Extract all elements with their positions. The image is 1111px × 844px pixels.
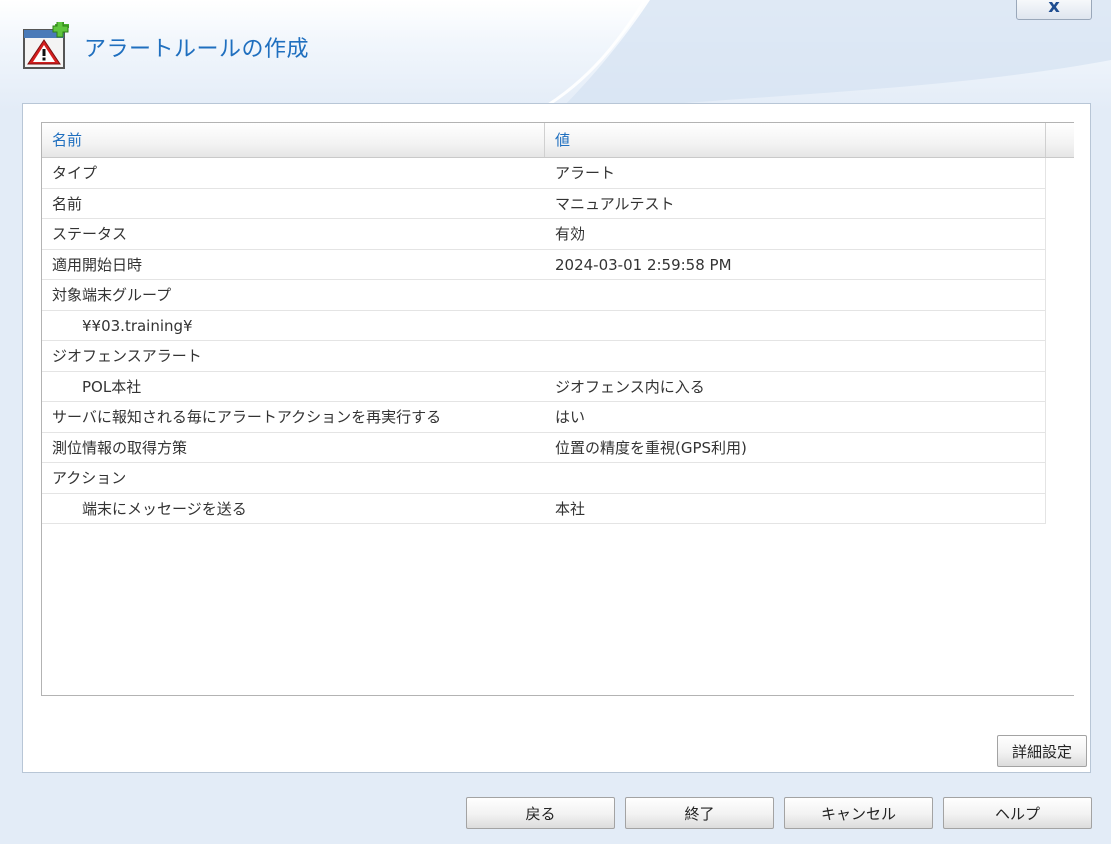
row-value-cell: 2024-03-01 2:59:58 PM: [555, 255, 732, 274]
table-row[interactable]: サーバに報知される毎にアラートアクションを再実行する はい: [42, 402, 1046, 433]
table-row[interactable]: POL本社 ジオフェンス内に入る: [42, 371, 1046, 402]
row-name-cell: ジオフェンスアラート: [52, 347, 202, 365]
row-value-cell: 本社: [555, 499, 586, 518]
row-name-cell: アクション: [52, 469, 127, 487]
column-header-name[interactable]: 名前: [42, 123, 545, 157]
row-name-cell: 名前: [52, 194, 83, 213]
table-row[interactable]: 端末にメッセージを送る 本社: [42, 493, 1046, 524]
help-button[interactable]: ヘルプ: [943, 797, 1092, 829]
close-button[interactable]: x: [1016, 0, 1092, 20]
row-name-cell: POL本社: [82, 377, 142, 396]
row-value-cell: 位置の精度を重視(GPS利用): [555, 438, 747, 457]
table-row[interactable]: 測位情報の取得方策 位置の精度を重視(GPS利用): [42, 432, 1046, 463]
table-body: タイプ アラート名前 マニュアルテストステータス 有効適用開始日時 2024-03-01…: [42, 158, 1046, 524]
row-value-cell: はい: [555, 408, 586, 426]
dialog-title: アラートルールの作成: [84, 37, 310, 62]
row-name-cell: 対象端末グループ: [52, 286, 172, 304]
alert-rule-add-icon: [23, 22, 69, 69]
finish-button[interactable]: 終了: [625, 797, 774, 829]
row-value-cell: ジオフェンス内に入る: [555, 377, 705, 396]
row-name-cell: タイプ: [52, 164, 98, 182]
row-value-cell: 有効: [555, 225, 586, 243]
back-button[interactable]: 戻る: [466, 797, 615, 829]
advanced-settings-button[interactable]: 詳細設定: [997, 735, 1087, 767]
table-row[interactable]: ジオフェンスアラート: [42, 341, 1046, 372]
table-header: 名前 値: [42, 123, 1074, 158]
close-icon: x: [1048, 0, 1060, 17]
column-header-value[interactable]: 値: [545, 123, 1046, 157]
row-name-cell: 端末にメッセージを送る: [82, 499, 247, 518]
row-name-cell: ステータス: [52, 225, 128, 243]
table-row[interactable]: ¥¥03.training¥: [42, 310, 1046, 341]
table-row[interactable]: 適用開始日時 2024-03-01 2:59:58 PM: [42, 249, 1046, 280]
row-value-cell: アラート: [555, 164, 616, 182]
table-row[interactable]: 対象端末グループ: [42, 280, 1046, 311]
content-panel: 名前 値 タイプ アラート 名前 マニュアルテスト ステータス 有効 適用開始日時 2024-…: [22, 103, 1091, 773]
table-row[interactable]: ステータス 有効: [42, 219, 1046, 250]
row-name-cell: 測位情報の取得方策: [52, 438, 188, 457]
cancel-button[interactable]: キャンセル: [784, 797, 933, 829]
row-value-cell: マニュアルテスト: [555, 194, 675, 213]
table-row[interactable]: 名前 マニュアルテスト: [42, 188, 1046, 219]
table-row[interactable]: アクション: [42, 463, 1046, 494]
table-row[interactable]: タイプ アラート: [42, 158, 1046, 189]
property-table: 名前 値 タイプ アラート 名前 マニュアルテスト ステータス 有効 適用開始日時 2024-…: [41, 122, 1074, 696]
row-name-cell: ¥¥03.training¥: [82, 316, 193, 335]
row-name-cell: 適用開始日時: [52, 255, 143, 274]
row-name-cell: サーバに報知される毎にアラートアクションを再実行する: [52, 408, 442, 426]
column-header-filler: [1046, 123, 1074, 157]
